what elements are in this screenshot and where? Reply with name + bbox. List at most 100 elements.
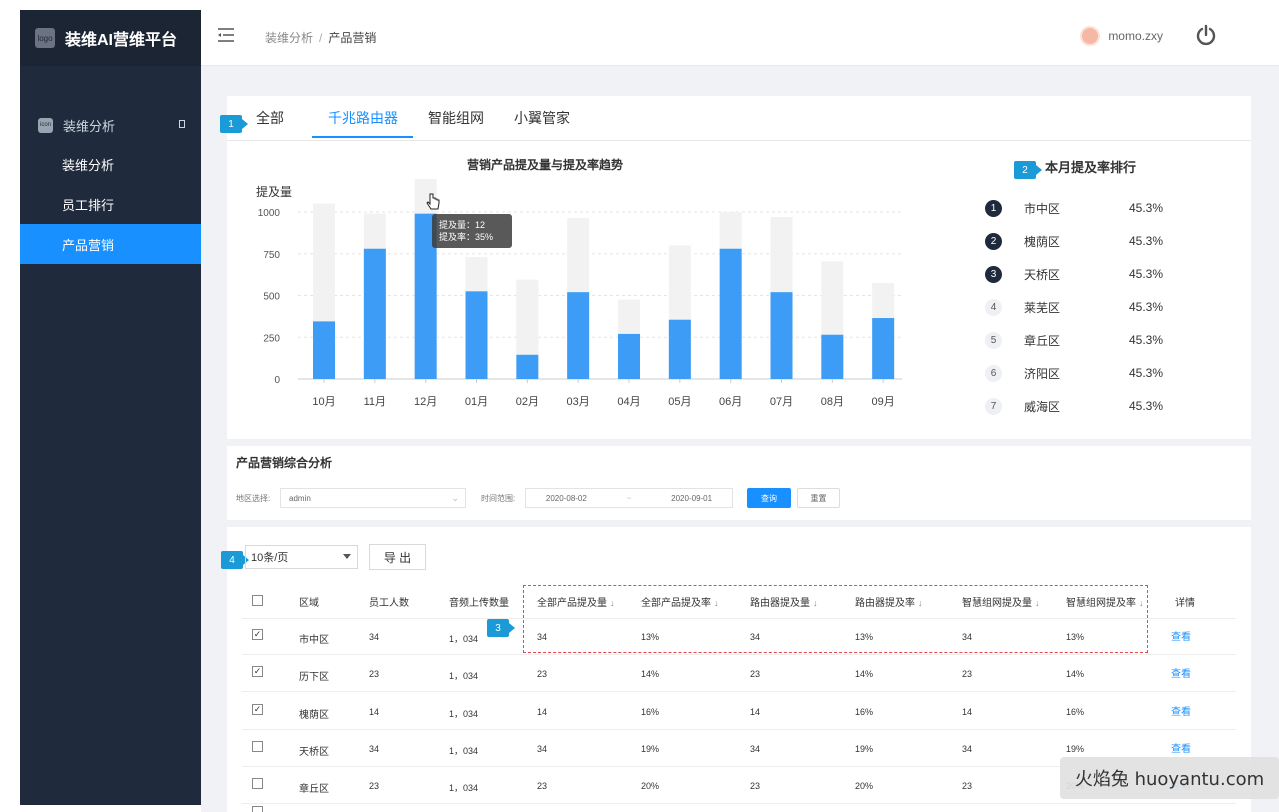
tab-all[interactable]: 全部 [256,108,284,128]
table-cell: 14% [641,669,660,679]
menu-toggle-icon[interactable] [217,28,235,47]
region-label: 地区选择: [236,494,271,503]
table-cell: 市中区 [299,635,329,646]
row-divider [242,803,1236,804]
view-detail-link[interactable]: 查看 [1171,703,1191,718]
region-select[interactable]: admin ⌄ [280,488,466,508]
row-checkbox[interactable] [252,778,263,789]
row-checkbox[interactable] [252,741,263,752]
rank-value: 45.3% [1129,234,1164,248]
sidebar-item-product-marketing[interactable]: 产品营销 [20,224,201,264]
ranking-row: 3 天桥区 45.3% [985,265,1163,283]
date-start[interactable]: 2020-08-02 [546,494,587,503]
top-header: 装维分析 / 产品营销 momo.zxy [201,10,1279,66]
tab-active-indicator [312,136,413,138]
table-cell: 1，034 [449,634,479,644]
collapse-icon[interactable] [179,120,185,128]
cursor-hand-icon [426,193,440,210]
watermark: 火焰兔 huoyantu.com [1060,757,1279,799]
row-divider [242,729,1236,730]
select-all-checkbox[interactable] [252,595,263,606]
column-header-label: 区域 [299,598,319,609]
view-detail-link[interactable]: 查看 [1171,628,1191,643]
tooltip-line: 提及量：12 [439,220,486,230]
tab-gigabit-router[interactable]: 千兆路由器 [328,108,398,128]
table-cell: 19% [1066,744,1085,754]
rank-region-name: 章丘区 [1024,333,1061,348]
bar [719,248,742,379]
breadcrumb: 装维分析 / 产品营销 [265,29,376,46]
rank-number: 3 [985,265,1002,283]
row-checkbox[interactable] [252,806,263,812]
column-header: 音频上传数量 [449,594,509,609]
app-title: 装维AI营维平台 [65,32,178,49]
table-cell: 1，034 [449,746,479,756]
filter-panel [227,446,1251,520]
date-range-picker[interactable]: 2020-08-02 ~ 2020-09-01 [525,488,733,508]
view-detail-link[interactable]: 查看 [1171,740,1191,755]
annotation-badge: 3 [487,619,515,637]
sidebar-item-employee-rank[interactable]: 员工排行 [20,184,201,224]
table-cell: 14% [1066,669,1085,679]
column-header-label: 员工人数 [369,598,409,609]
sidebar-item-analysis[interactable]: 装维分析 [20,144,201,184]
product-tabs: 全部 千兆路由器 智能组网 小翼管家 [227,96,1251,141]
rank-number: 1 [985,199,1002,217]
table-cell: 23 [962,669,973,679]
ranking-row: 2 槐荫区 45.3% [985,232,1163,250]
power-icon[interactable] [1195,24,1217,46]
annotation-badge: 2 [1014,161,1042,179]
view-detail-link[interactable]: 查看 [1171,665,1191,680]
breadcrumb-item[interactable]: 装维分析 [265,31,313,45]
table-cell: 34 [369,632,380,642]
table-cell: 23 [537,669,548,679]
rank-value: 45.3% [1129,399,1164,413]
table-cell: 16% [641,707,660,717]
x-tick-label: 11月 [364,396,386,408]
page-size-select[interactable]: 10条/页 [245,545,358,569]
bar [313,321,335,379]
y-tick-label: 0 [274,375,280,386]
bar [363,248,386,379]
rank-number: 6 [985,364,1002,382]
x-tick-label: 05月 [668,396,691,408]
table-cell: 14% [855,669,874,679]
sidebar-item-label: 员工排行 [62,197,115,213]
table-cell: 23 [962,781,973,791]
column-header: 区域 [299,594,319,609]
table-cell: 1，034 [449,671,479,681]
reset-button[interactable]: 重置 [797,488,840,508]
query-button[interactable]: 查询 [747,488,791,508]
date-range-separator: ~ [626,493,632,503]
sidebar-menu: icon 装维分析 装维分析 员工排行 产品营销 [20,106,201,264]
breadcrumb-separator: / [319,31,323,45]
x-tick-label: 01月 [465,396,488,408]
rank-value: 45.3% [1129,201,1164,215]
export-button[interactable]: 导 出 [369,544,426,570]
table-cell: 20% [641,781,660,791]
row-checkbox[interactable]: ✓ [252,666,263,677]
table-cell: 1，034 [449,783,479,793]
time-range-label: 时间范围: [481,494,516,503]
rank-region-name: 济阳区 [1024,366,1061,381]
logo-icon: logo [35,28,55,48]
sidebar-group-zhuangwei[interactable]: icon 装维分析 [20,106,201,144]
tab-smart-networking[interactable]: 智能组网 [428,108,484,128]
sidebar-item-label: 装维分析 [62,157,115,173]
row-checkbox[interactable]: ✓ [252,704,263,715]
table-cell: 19% [855,744,874,754]
tab-xiaoyi-manager[interactable]: 小翼管家 [514,108,570,128]
table-cell: 天桥区 [299,747,329,758]
row-checkbox[interactable]: ✓ [252,629,263,640]
row-divider [242,691,1236,692]
bar [821,334,844,379]
date-end[interactable]: 2020-09-01 [671,494,712,503]
chevron-down-icon: ⌄ [451,493,459,503]
rank-value: 45.3% [1129,366,1164,380]
x-tick-label: 10月 [312,396,335,408]
bar [770,292,793,379]
table-cell: 23 [537,781,548,791]
x-tick-label: 04月 [617,396,640,408]
username: momo.zxy [1108,29,1163,43]
user-menu[interactable]: momo.zxy [1080,26,1163,46]
